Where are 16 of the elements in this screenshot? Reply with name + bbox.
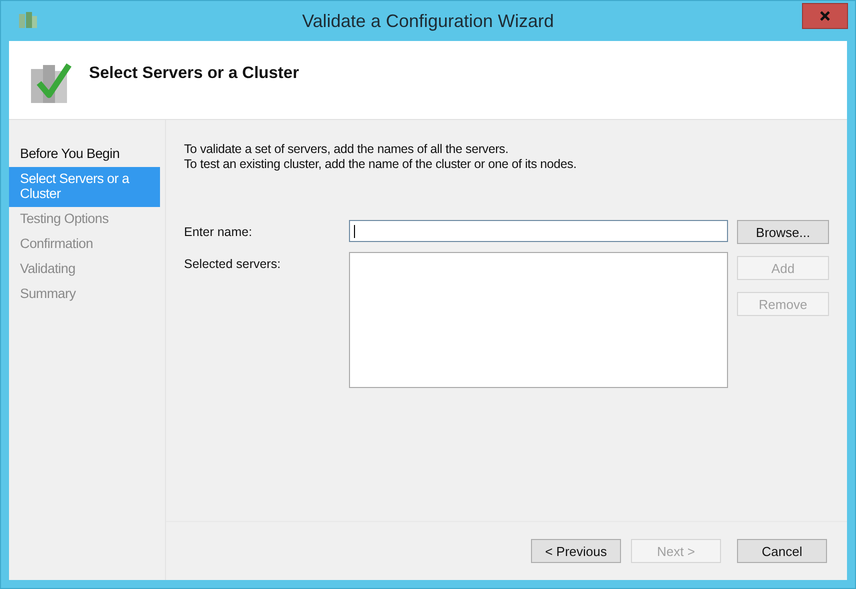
wizard-step[interactable]: Select Servers or a Cluster <box>9 167 160 207</box>
page-title: Select Servers or a Cluster <box>89 64 300 82</box>
servers-icon <box>17 11 39 31</box>
field-label: Enter name: <box>184 224 254 239</box>
text-cursor <box>354 225 355 238</box>
close-button[interactable] <box>802 3 848 29</box>
name-input-field[interactable] <box>349 220 728 242</box>
instruction-text: To validate a set of servers, add the names of all the servers. <box>184 142 510 157</box>
side-button[interactable]: Browse... <box>737 220 829 244</box>
list-label: Selected servers: <box>184 256 282 271</box>
footer-button[interactable]: Cancel <box>737 539 827 563</box>
instruction-text: To test an existing cluster, add the name of the cluster or one of its nodes. <box>184 157 578 172</box>
window-title: Validate a Configuration Wizard <box>302 10 554 32</box>
footer-button[interactable]: < Previous <box>531 539 621 563</box>
wizard-step[interactable]: Before You Begin <box>9 142 160 167</box>
close-icon <box>819 10 831 22</box>
